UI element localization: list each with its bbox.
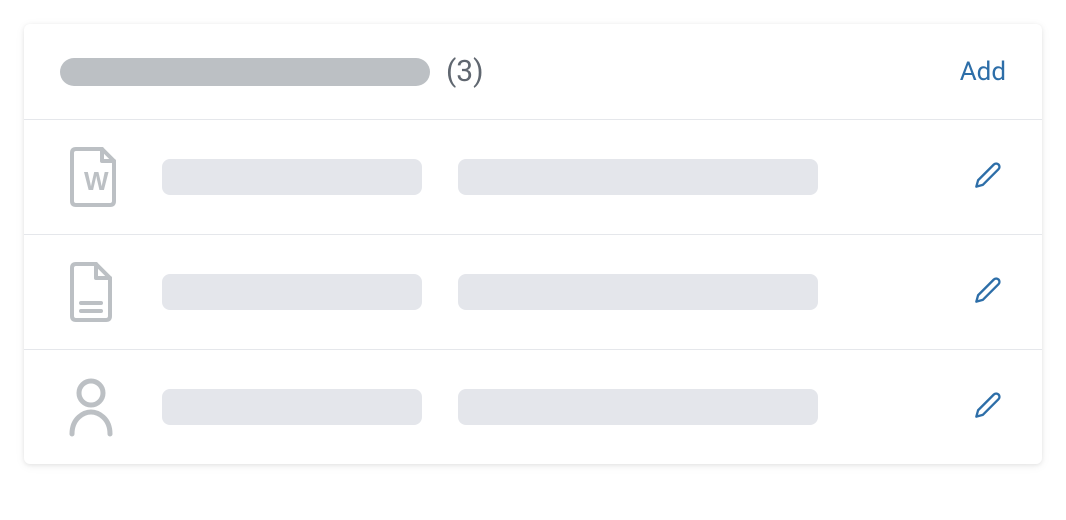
item-count: (3) — [446, 54, 484, 89]
item-detail-placeholder — [458, 159, 818, 195]
list-item — [24, 235, 1042, 350]
title-placeholder — [60, 58, 430, 86]
list-item — [24, 350, 1042, 464]
card-header: (3) Add — [24, 24, 1042, 120]
edit-button[interactable] — [970, 159, 1006, 195]
item-name-placeholder — [162, 159, 422, 195]
pencil-icon — [974, 161, 1002, 193]
pencil-icon — [974, 276, 1002, 308]
item-name-placeholder — [162, 274, 422, 310]
person-icon — [60, 376, 122, 438]
edit-button[interactable] — [970, 389, 1006, 425]
item-detail-placeholder — [458, 274, 818, 310]
add-button[interactable]: Add — [960, 57, 1006, 87]
word-document-icon: W — [60, 146, 122, 208]
list-card: (3) Add W — [24, 24, 1042, 464]
edit-button[interactable] — [970, 274, 1006, 310]
item-name-placeholder — [162, 389, 422, 425]
document-icon — [60, 261, 122, 323]
svg-text:W: W — [84, 166, 109, 196]
list-item: W — [24, 120, 1042, 235]
item-detail-placeholder — [458, 389, 818, 425]
pencil-icon — [974, 391, 1002, 423]
